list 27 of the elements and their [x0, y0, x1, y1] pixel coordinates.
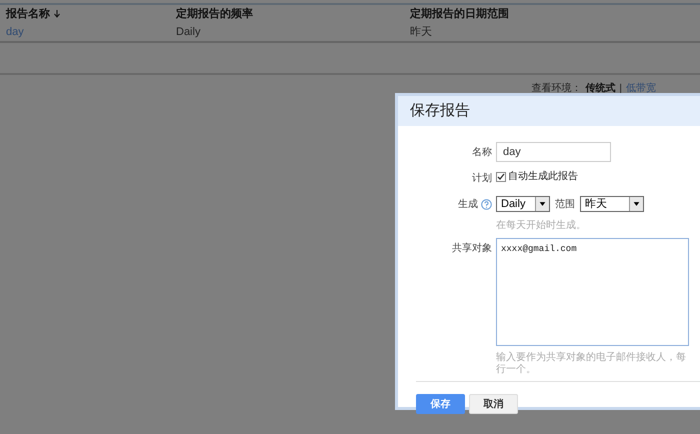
table-cell-text: Daily: [176, 24, 202, 40]
field-label: 名称: [471, 146, 492, 160]
help-icon[interactable]: [481, 198, 492, 210]
checkbox-label: 自动生成此报告: [508, 170, 578, 184]
field-label: 共享对象: [451, 242, 492, 256]
current-view: 传统式: [585, 82, 616, 96]
share-recipients-field[interactable]: xxxx@gmail.com: [496, 238, 689, 346]
separator: |: [619, 82, 622, 96]
cancel-button[interactable]: 取消: [469, 394, 518, 414]
save-button[interactable]: 保存: [416, 394, 465, 414]
name-field[interactable]: day: [496, 142, 611, 162]
generate-hint: 在每天开始时生成。: [496, 218, 587, 233]
range-label: 范围: [555, 198, 575, 212]
range-select[interactable]: 昨天: [580, 196, 644, 212]
auto-generate-checkbox[interactable]: [496, 172, 506, 182]
column-header[interactable]: 报告名称: [6, 6, 176, 22]
dialog-title: 保存报告: [398, 96, 700, 126]
frequency-select[interactable]: Daily: [496, 196, 550, 212]
table-cell-text: 昨天: [410, 24, 433, 40]
column-header[interactable]: 定期报告的日期范围: [410, 6, 694, 22]
field-label: 计划: [471, 172, 492, 186]
checkmark-icon: [497, 172, 505, 180]
view-label: 查看环境：: [531, 82, 582, 96]
column-header[interactable]: 定期报告的频率: [176, 6, 410, 22]
sort-arrow-icon: [54, 10, 60, 18]
field-label: 生成: [458, 198, 478, 212]
share-hint: 输入要作为共享对象的电子邮件接收人，每行一个。: [496, 350, 687, 376]
